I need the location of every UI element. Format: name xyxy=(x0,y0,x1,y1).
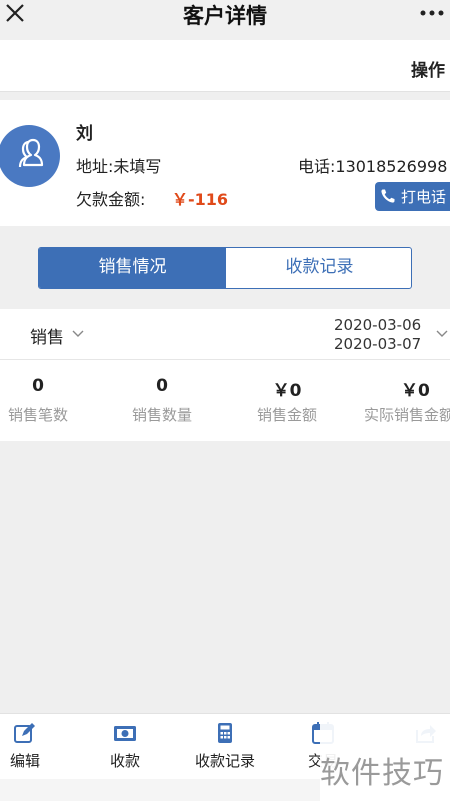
call-button[interactable]: 打电话 xyxy=(375,182,450,211)
toolbar-payment-records[interactable]: 收款记录 xyxy=(180,722,270,771)
chevron-down-icon xyxy=(72,330,84,337)
debt-amount: ￥-116 xyxy=(172,190,229,209)
filter-bar: 销售 2020-03-06 2020-03-07 xyxy=(0,309,450,360)
calculator-icon xyxy=(218,723,232,743)
stat-value: 0 xyxy=(32,376,44,396)
phone-icon xyxy=(381,189,395,203)
watermark: 软件技巧 xyxy=(320,756,444,791)
date-range-start[interactable]: 2020-03-06 xyxy=(334,316,421,334)
stat-label: 销售数量 xyxy=(131,406,192,424)
stat-value: ￥0 xyxy=(272,381,302,401)
tab-sales-overview[interactable]: 销售情况 xyxy=(39,248,226,288)
debt-label: 欠款金额: xyxy=(76,190,146,209)
date-range-end[interactable]: 2020-03-07 xyxy=(334,335,421,353)
customer-phone: 电话:13018526998 xyxy=(298,157,448,176)
customer-name: 刘 xyxy=(76,124,93,144)
call-button-label: 打电话 xyxy=(401,188,447,206)
page-title: 客户详情 xyxy=(183,4,267,28)
stat-value: ￥0 xyxy=(401,381,430,401)
type-filter-dropdown[interactable]: 销售 xyxy=(30,323,64,348)
navigation-bar: 客户详情 xyxy=(0,0,450,40)
action-bar: 操作 xyxy=(0,40,450,92)
more-icon[interactable] xyxy=(418,2,446,22)
tab-payment-records[interactable]: 收款记录 xyxy=(226,248,411,288)
stat-label: 销售金额 xyxy=(256,406,317,424)
customer-address: 地址:未填写 xyxy=(76,157,162,176)
segmented-control: 销售情况 收款记录 xyxy=(38,247,412,289)
sales-stats: 0 销售笔数 0 销售数量 ￥0 销售金额 ￥0 实际销售金额 xyxy=(0,360,450,441)
cash-icon xyxy=(114,726,136,741)
stat-sales-quantity: 0 销售数量 xyxy=(107,376,217,425)
customer-card: 刘 地址:未填写 电话:13018526998 欠款金额: ￥-116 打电话 xyxy=(0,100,450,226)
stat-sales-amount: ￥0 销售金额 xyxy=(232,376,342,425)
stat-label: 销售笔数 xyxy=(7,406,68,424)
toolbar-edit[interactable]: 编辑 xyxy=(0,722,70,771)
avatar xyxy=(0,125,60,187)
users-icon xyxy=(18,138,44,168)
stat-actual-sales-amount: ￥0 实际销售金额 xyxy=(358,376,450,425)
type-filter-label: 销售 xyxy=(30,328,64,348)
stat-sales-count: 0 销售笔数 xyxy=(0,376,93,425)
chevron-down-icon[interactable] xyxy=(436,330,448,338)
toolbar-edit-label: 编辑 xyxy=(9,752,40,770)
toolbar-payment-records-label: 收款记录 xyxy=(194,752,255,770)
toolbar-receive-payment[interactable]: 收款 xyxy=(80,722,170,771)
edit-icon xyxy=(14,723,35,743)
stat-value: 0 xyxy=(156,376,168,396)
toolbar-receive-payment-label: 收款 xyxy=(109,752,140,770)
actions-button[interactable]: 操作 xyxy=(411,56,445,81)
stat-label: 实际销售金额 xyxy=(364,406,450,424)
